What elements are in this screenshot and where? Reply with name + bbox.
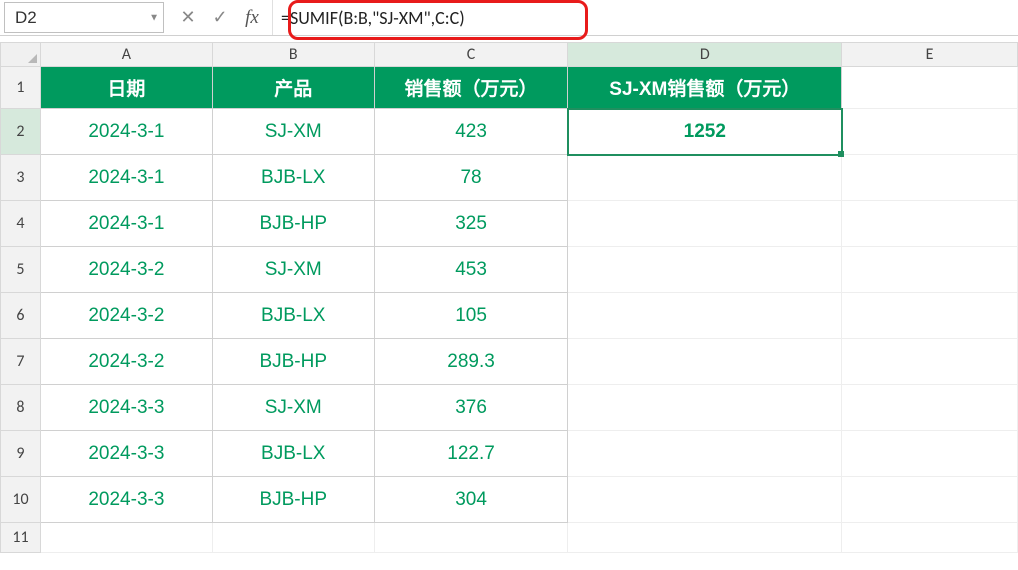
cell-A10[interactable]: 2024-3-3	[40, 477, 212, 523]
row-header[interactable]: 11	[1, 523, 41, 553]
formula-input[interactable]	[273, 0, 1018, 35]
cell-D3[interactable]	[568, 155, 842, 201]
cell-C1[interactable]: 销售额（万元）	[374, 67, 568, 109]
name-box-dropdown-icon[interactable]: ▼	[149, 12, 159, 23]
cell-B10[interactable]: BJB-HP	[212, 477, 374, 523]
cell-D5[interactable]	[568, 247, 842, 293]
table-row: 8 2024-3-3 SJ-XM 376	[1, 385, 1018, 431]
row-header[interactable]: 5	[1, 247, 41, 293]
cell-D7[interactable]	[568, 339, 842, 385]
cell-D8[interactable]	[568, 385, 842, 431]
row-header[interactable]: 8	[1, 385, 41, 431]
cell-D4[interactable]	[568, 201, 842, 247]
cell-A5[interactable]: 2024-3-2	[40, 247, 212, 293]
name-box[interactable]: D2 ▼	[4, 2, 164, 33]
table-row: 2 2024-3-1 SJ-XM 423 1252	[1, 109, 1018, 155]
table-row: 3 2024-3-1 BJB-LX 78	[1, 155, 1018, 201]
cell-C6[interactable]: 105	[374, 293, 568, 339]
row-header[interactable]: 3	[1, 155, 41, 201]
table-row: 9 2024-3-3 BJB-LX 122.7	[1, 431, 1018, 477]
cell-C4[interactable]: 325	[374, 201, 568, 247]
cell-C11[interactable]	[374, 523, 568, 553]
cell-B7[interactable]: BJB-HP	[212, 339, 374, 385]
table-row: 6 2024-3-2 BJB-LX 105	[1, 293, 1018, 339]
row-header[interactable]: 2	[1, 109, 41, 155]
formula-input-wrap	[272, 0, 1018, 35]
table-row: 7 2024-3-2 BJB-HP 289.3	[1, 339, 1018, 385]
cell-B6[interactable]: BJB-LX	[212, 293, 374, 339]
table-row: 4 2024-3-1 BJB-HP 325	[1, 201, 1018, 247]
table-row: 5 2024-3-2 SJ-XM 453	[1, 247, 1018, 293]
grid: A B C D E 1 日期 产品 销售额（万元） SJ-XM销售额（万元） 2…	[0, 42, 1018, 553]
cell-D9[interactable]	[568, 431, 842, 477]
cell-C3[interactable]: 78	[374, 155, 568, 201]
cell-C10[interactable]: 304	[374, 477, 568, 523]
table-row: 1 日期 产品 销售额（万元） SJ-XM销售额（万元）	[1, 67, 1018, 109]
enter-icon[interactable]: ✓	[210, 7, 230, 28]
cell-B1[interactable]: 产品	[212, 67, 374, 109]
cell-A7[interactable]: 2024-3-2	[40, 339, 212, 385]
cell-A4[interactable]: 2024-3-1	[40, 201, 212, 247]
cell-D10[interactable]	[568, 477, 842, 523]
col-header-A[interactable]: A	[40, 43, 212, 67]
cell-A8[interactable]: 2024-3-3	[40, 385, 212, 431]
select-all-corner[interactable]	[1, 43, 41, 67]
cell-E1[interactable]	[842, 67, 1018, 109]
row-header[interactable]: 1	[1, 67, 41, 109]
row-header[interactable]: 4	[1, 201, 41, 247]
table-row: 11	[1, 523, 1018, 553]
cell-C7[interactable]: 289.3	[374, 339, 568, 385]
formula-bar: D2 ▼ ✕ ✓ fx	[0, 0, 1018, 36]
formula-bar-icons: ✕ ✓ fx	[168, 0, 272, 35]
cell-D11[interactable]	[568, 523, 842, 553]
spreadsheet: A B C D E 1 日期 产品 销售额（万元） SJ-XM销售额（万元） 2…	[0, 42, 1018, 553]
name-box-value: D2	[15, 8, 37, 28]
cell-E6[interactable]	[842, 293, 1018, 339]
cell-B3[interactable]: BJB-LX	[212, 155, 374, 201]
cell-B4[interactable]: BJB-HP	[212, 201, 374, 247]
cell-E7[interactable]	[842, 339, 1018, 385]
cell-A11[interactable]	[40, 523, 212, 553]
cell-E11[interactable]	[842, 523, 1018, 553]
cell-E4[interactable]	[842, 201, 1018, 247]
cell-E5[interactable]	[842, 247, 1018, 293]
cell-A6[interactable]: 2024-3-2	[40, 293, 212, 339]
cell-A9[interactable]: 2024-3-3	[40, 431, 212, 477]
col-header-B[interactable]: B	[212, 43, 374, 67]
cell-E10[interactable]	[842, 477, 1018, 523]
cell-E8[interactable]	[842, 385, 1018, 431]
cell-D6[interactable]	[568, 293, 842, 339]
cell-B9[interactable]: BJB-LX	[212, 431, 374, 477]
col-header-E[interactable]: E	[842, 43, 1018, 67]
row-header[interactable]: 7	[1, 339, 41, 385]
cell-B11[interactable]	[212, 523, 374, 553]
cell-C5[interactable]: 453	[374, 247, 568, 293]
cell-E3[interactable]	[842, 155, 1018, 201]
cell-C8[interactable]: 376	[374, 385, 568, 431]
column-header-row: A B C D E	[1, 43, 1018, 67]
cell-D2[interactable]: 1252	[568, 109, 842, 155]
cell-B8[interactable]: SJ-XM	[212, 385, 374, 431]
fx-icon[interactable]: fx	[242, 7, 262, 29]
cell-A1[interactable]: 日期	[40, 67, 212, 109]
cell-D1[interactable]: SJ-XM销售额（万元）	[568, 67, 842, 109]
row-header[interactable]: 6	[1, 293, 41, 339]
cell-E2[interactable]	[842, 109, 1018, 155]
cell-B2[interactable]: SJ-XM	[212, 109, 374, 155]
cell-C2[interactable]: 423	[374, 109, 568, 155]
table-row: 10 2024-3-3 BJB-HP 304	[1, 477, 1018, 523]
cell-C9[interactable]: 122.7	[374, 431, 568, 477]
cell-A3[interactable]: 2024-3-1	[40, 155, 212, 201]
row-header[interactable]: 9	[1, 431, 41, 477]
cell-B5[interactable]: SJ-XM	[212, 247, 374, 293]
col-header-D[interactable]: D	[568, 43, 842, 67]
cancel-icon[interactable]: ✕	[178, 7, 198, 28]
cell-E9[interactable]	[842, 431, 1018, 477]
row-header[interactable]: 10	[1, 477, 41, 523]
cell-A2[interactable]: 2024-3-1	[40, 109, 212, 155]
col-header-C[interactable]: C	[374, 43, 568, 67]
